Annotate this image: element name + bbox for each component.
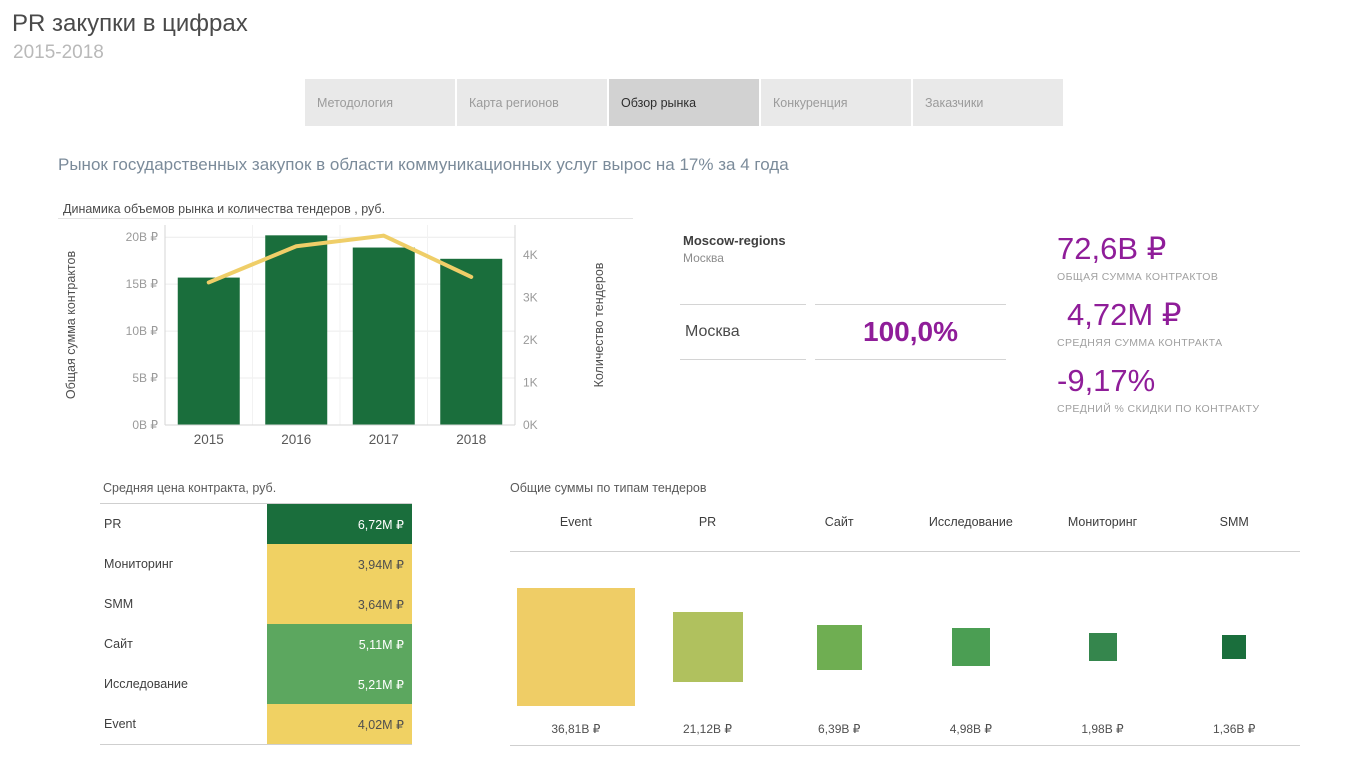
market-dynamics-panel: 0B ₽ 5B ₽ 10B ₽ 15B ₽ 20B ₽ 0K 1K 2K 3K 4K 2015 201… xyxy=(58,197,633,459)
region-row-label[interactable]: Москва xyxy=(680,304,806,360)
right-tick: 2K xyxy=(523,333,538,347)
tender-type-header-row: Event PR Сайт Исследование Мониторинг SMM xyxy=(510,515,1300,552)
left-axis-title: Общая сумма контрактов xyxy=(64,251,78,400)
left-tick: 5B ₽ xyxy=(132,371,158,385)
tab-methodology[interactable]: Методология xyxy=(305,79,455,126)
tender-type-square-Мониторинг[interactable] xyxy=(1088,633,1117,661)
tender-type-square-Сайт[interactable] xyxy=(816,624,862,670)
tender-type-header-Мониторинг: Мониторинг xyxy=(1067,515,1138,529)
price-row-Event[interactable]: Event 4,02M ₽ xyxy=(100,704,412,744)
price-row-value-cell[interactable]: 5,21M ₽ xyxy=(267,664,412,704)
tender-type-values-row: 36,81B ₽ 21,12B ₽ 6,39B ₽ 4,98B ₽ 1,98B ₽ 1,3… xyxy=(510,722,1300,746)
avg-price-title: Средняя цена контракта, руб. xyxy=(103,481,277,495)
kpi-total-contracts-value: 72,6B ₽ xyxy=(1057,231,1167,266)
tender-type-col-PR xyxy=(642,552,774,742)
price-row-PR[interactable]: PR 6,72M ₽ xyxy=(100,504,412,544)
tender-type-col-Сайт xyxy=(773,552,905,742)
region-filter-title: Moscow-regions xyxy=(683,233,786,248)
tender-type-header-Сайт: Сайт xyxy=(824,515,854,529)
bar-2015[interactable] xyxy=(177,277,240,425)
headline: Рынок государственных закупок в области … xyxy=(58,155,789,174)
kpi-total-contracts: 72,6B ₽ ОБЩАЯ СУММА КОНТРАКТОВ xyxy=(1057,231,1347,284)
kpi-avg-discount-value: -9,17% xyxy=(1057,363,1156,398)
tab-market-overview[interactable]: Обзор рынка xyxy=(609,79,759,126)
right-tick: 0K xyxy=(523,418,538,432)
price-row-value-cell[interactable]: 3,64M ₽ xyxy=(267,584,412,624)
dual-axis-chart: 0B ₽ 5B ₽ 10B ₽ 15B ₽ 20B ₽ 0K 1K 2K 3K 4K 2015 201… xyxy=(58,218,633,447)
tender-type-value-PR: 21,12B ₽ xyxy=(683,722,733,736)
tab-customers[interactable]: Заказчики xyxy=(913,79,1063,126)
bar-2018[interactable] xyxy=(440,258,503,425)
kpi-avg-contract: 4,72M ₽ СРЕДНЯЯ СУММА КОНТРАКТА xyxy=(1057,297,1347,350)
tab-bar: Методология Карта регионов Обзор рынка К… xyxy=(305,79,1065,126)
left-tick: 20B ₽ xyxy=(126,230,159,244)
x-label-2016: 2016 xyxy=(281,432,311,447)
tender-type-square-PR[interactable] xyxy=(672,612,743,682)
kpi-total-contracts-label: ОБЩАЯ СУММА КОНТРАКТОВ xyxy=(1057,271,1219,283)
price-row-Сайт[interactable]: Сайт 5,11M ₽ xyxy=(100,624,412,664)
tender-type-header-Исследование: Исследование xyxy=(928,515,1013,529)
price-row-SMM[interactable]: SMM 3,64M ₽ xyxy=(100,584,412,624)
page-title: PR закупки в цифрах xyxy=(12,10,248,37)
dashboard: PR закупки в цифрах 2015-2018 Методологи… xyxy=(0,0,1365,767)
tender-type-square-Исследование[interactable] xyxy=(951,628,990,666)
page-subtitle: 2015-2018 xyxy=(13,42,104,63)
tender-type-header-SMM: SMM xyxy=(1219,515,1249,529)
market-dynamics-title: Динамика объемов рынка и количества тенд… xyxy=(63,202,386,216)
kpi-column: 72,6B ₽ ОБЩАЯ СУММА КОНТРАКТОВ 4,72M ₽ С… xyxy=(1057,232,1347,430)
tender-type-square-Event[interactable] xyxy=(516,588,635,706)
tender-type-value-Event: 36,81B ₽ xyxy=(551,722,601,736)
bar-2016[interactable] xyxy=(265,235,328,425)
tender-type-header-PR: PR xyxy=(698,515,717,529)
tender-type-square-SMM[interactable] xyxy=(1222,635,1247,659)
tender-type-marks-row xyxy=(510,552,1300,742)
price-row-label: Event xyxy=(104,717,136,731)
kpi-avg-discount-label: СРЕДНИЙ % СКИДКИ ПО КОНТРАКТУ xyxy=(1057,403,1260,415)
left-tick: 0B ₽ xyxy=(132,418,158,432)
tab-region-map[interactable]: Карта регионов xyxy=(457,79,607,126)
bar-2017[interactable] xyxy=(352,247,415,425)
avg-price-table: PR 6,72M ₽ Мониторинг 3,94M ₽ SMM 3,64M ₽ Сайт… xyxy=(100,503,412,745)
tender-type-col-SMM xyxy=(1168,552,1300,742)
left-tick: 10B ₽ xyxy=(126,324,159,338)
price-row-label: SMM xyxy=(104,597,134,611)
region-share-table: Москва 100,0% xyxy=(680,304,1006,360)
tender-type-col-Event xyxy=(510,552,642,742)
region-filter-value: Москва xyxy=(683,251,724,265)
right-axis-title: Количество тендеров xyxy=(592,262,606,387)
price-row-value-cell[interactable]: 4,02M ₽ xyxy=(267,704,412,744)
tender-type-value-Мониторинг: 1,98B ₽ xyxy=(1081,722,1124,736)
price-row-value-cell[interactable]: 3,94M ₽ xyxy=(267,544,412,584)
price-row-Мониторинг[interactable]: Мониторинг 3,94M ₽ xyxy=(100,544,412,584)
right-tick: 1K xyxy=(523,375,538,389)
tender-type-value-Исследование: 4,98B ₽ xyxy=(949,722,993,736)
kpi-avg-contract-label: СРЕДНЯЯ СУММА КОНТРАКТА xyxy=(1057,337,1223,349)
price-row-label: PR xyxy=(104,517,122,531)
tender-type-title: Общие суммы по типам тендеров xyxy=(510,481,707,495)
tender-type-value-Сайт: 6,39B ₽ xyxy=(818,722,861,736)
right-tick: 4K xyxy=(523,248,538,262)
tender-type-col-Мониторинг xyxy=(1037,552,1169,742)
tender-type-header-Event: Event xyxy=(559,515,592,529)
region-filter[interactable]: Moscow-regions Москва xyxy=(683,233,786,265)
tab-competition[interactable]: Конкуренция xyxy=(761,79,911,126)
x-label-2015: 2015 xyxy=(194,432,224,447)
tender-type-col-Исследование xyxy=(905,552,1037,742)
x-label-2018: 2018 xyxy=(456,432,486,447)
kpi-avg-discount: -9,17% СРЕДНИЙ % СКИДКИ ПО КОНТРАКТУ xyxy=(1057,363,1347,416)
price-row-Исследование[interactable]: Исследование 5,21M ₽ xyxy=(100,664,412,704)
tender-type-value-SMM: 1,36B ₽ xyxy=(1213,722,1256,736)
x-label-2017: 2017 xyxy=(369,432,399,447)
kpi-avg-contract-value: 4,72M ₽ xyxy=(1067,297,1182,332)
price-row-value-cell[interactable]: 5,11M ₽ xyxy=(267,624,412,664)
price-row-label: Исследование xyxy=(104,677,188,691)
price-row-label: Мониторинг xyxy=(104,557,174,571)
price-row-value-cell[interactable]: 6,72M ₽ xyxy=(267,504,412,544)
price-row-label: Сайт xyxy=(104,637,133,651)
right-tick: 3K xyxy=(523,290,538,304)
region-row-value: 100,0% xyxy=(815,304,1006,360)
left-tick: 15B ₽ xyxy=(126,277,159,291)
